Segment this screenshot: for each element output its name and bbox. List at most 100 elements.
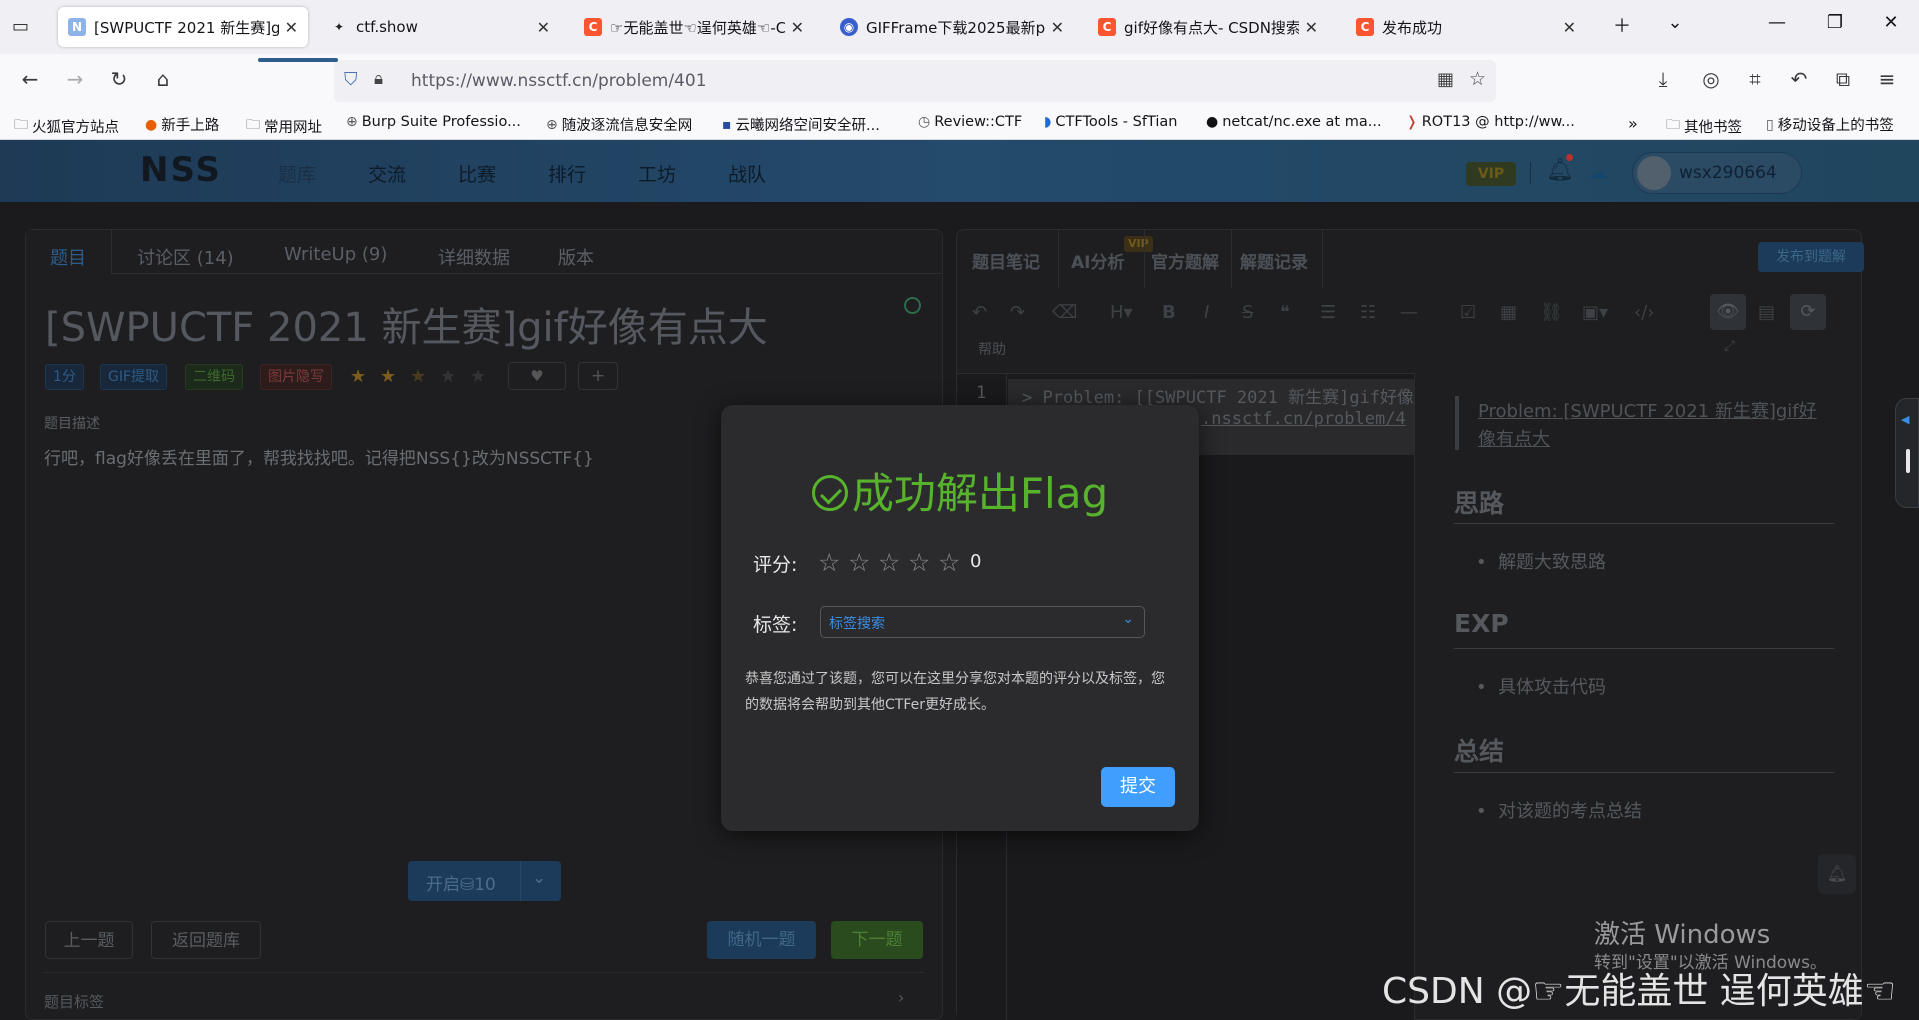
vip-badge[interactable]: VIP	[1466, 162, 1516, 186]
tab-overflow-icon[interactable]: ⌄	[1660, 12, 1690, 33]
preview-problem-link[interactable]: Problem: [SWPUCTF 2021 新生赛]gif好像有点大	[1478, 398, 1818, 454]
browser-tab-4[interactable]: ◉ GIFFrame下载2025最新pc ✕	[830, 7, 1074, 47]
home-icon[interactable]: ⌂	[148, 67, 178, 91]
star-outline-icon[interactable]: ☆	[938, 548, 960, 577]
side-scroll-widget[interactable]: ◀	[1895, 398, 1919, 508]
close-tab-icon[interactable]: ✕	[1563, 18, 1576, 37]
tag-qrcode[interactable]: 二维码	[185, 364, 243, 390]
tag-gif[interactable]: GIF提取	[100, 364, 168, 390]
close-tab-icon[interactable]: ✕	[537, 18, 550, 37]
tab-solve-log[interactable]: 解题记录	[1240, 248, 1308, 273]
unordered-list-icon[interactable]: ☰	[1320, 302, 1336, 323]
tab-ai-analysis[interactable]: AI分析	[1071, 248, 1124, 273]
tab-writeup[interactable]: WriteUp (9)	[284, 244, 387, 265]
menu-workshop[interactable]: 工坊	[638, 160, 676, 187]
undo-icon[interactable]: ↶	[972, 302, 987, 323]
prev-problem-button[interactable]: 上一题	[45, 921, 133, 959]
new-tab-icon[interactable]: ＋	[1607, 12, 1637, 38]
bookmark-item[interactable]: ❭ ROT13 @ http://ww...	[1406, 114, 1575, 130]
star-outline-icon[interactable]: ☆	[848, 548, 870, 577]
scroll-thumb[interactable]	[1906, 449, 1910, 473]
bookmark-item[interactable]: ● netcat/nc.exe at ma...	[1206, 114, 1382, 130]
bell-icon[interactable]: 🔔︎	[1546, 158, 1574, 183]
tab-problem[interactable]: 题目	[50, 244, 86, 270]
bookmarks-overflow-icon[interactable]: »	[1628, 114, 1638, 133]
reload-icon[interactable]: ↻	[104, 67, 134, 91]
site-logo[interactable]: NSS	[140, 150, 222, 190]
bookmark-item[interactable]: ◗ CTFTools - SfTian	[1044, 114, 1177, 130]
redo-icon[interactable]: ↷	[1010, 302, 1025, 323]
menu-icon[interactable]: ≡	[1872, 67, 1902, 91]
restore-icon[interactable]: ❐	[1820, 12, 1850, 33]
bookmark-item[interactable]: 🗀 火狐官方站点	[14, 114, 119, 138]
quote-icon[interactable]: ❝	[1280, 302, 1290, 323]
forward-icon[interactable]: →	[60, 67, 90, 91]
menu-teams[interactable]: 战队	[728, 160, 766, 187]
browser-tab-6[interactable]: C 发布成功 ✕	[1346, 7, 1586, 47]
add-tag-button[interactable]: +	[578, 362, 618, 390]
menu-problems[interactable]: 题库	[278, 160, 316, 187]
task-list-icon[interactable]: ☑	[1460, 302, 1476, 323]
tag-score[interactable]: 1分	[45, 364, 84, 390]
table-icon[interactable]: ▦	[1500, 302, 1517, 323]
tab-versions[interactable]: 版本	[558, 244, 594, 270]
undo-icon[interactable]: ↶	[1784, 67, 1814, 91]
bold-icon[interactable]: B	[1162, 302, 1176, 323]
preview-toggle-icon[interactable]: 👁︎	[1710, 294, 1746, 330]
browser-tab-5[interactable]: C gif好像有点大- CSDN搜索 ✕	[1088, 7, 1328, 47]
bookmark-item[interactable]: 🗀 其他书签	[1666, 114, 1742, 138]
help-label[interactable]: 帮助	[978, 339, 1006, 359]
random-problem-button[interactable]: 随机一题	[707, 921, 816, 959]
submit-button[interactable]: 提交	[1101, 767, 1175, 807]
tag-stego[interactable]: 图片隐写	[260, 364, 332, 390]
tag-search-select[interactable]: 标签搜索 ⌄	[820, 606, 1145, 638]
ordered-list-icon[interactable]: ☷	[1360, 302, 1376, 323]
star-outline-icon[interactable]: ☆	[878, 548, 900, 577]
tab-official-writeup[interactable]: 官方题解	[1151, 248, 1219, 273]
close-tab-icon[interactable]: ✕	[1305, 18, 1318, 37]
image-icon[interactable]: ▣▾	[1582, 302, 1608, 323]
lock-icon[interactable]: 🔒︎	[374, 69, 383, 89]
url-bar[interactable]: ⛉ 🔒︎ https://www.nssctf.cn/problem/401 ▦…	[334, 60, 1496, 102]
chevron-right-icon[interactable]: ›	[898, 988, 904, 1007]
user-pill[interactable]: wsx290664	[1632, 152, 1802, 194]
link-icon[interactable]: ⛓	[1540, 302, 1563, 323]
bookmark-item[interactable]: ▯ 移动设备上的书签	[1766, 114, 1894, 135]
bookmark-item[interactable]: ◷ Review::CTF	[918, 114, 1022, 130]
code-icon[interactable]: ‹/›	[1634, 302, 1654, 323]
strikethrough-icon[interactable]: S	[1242, 302, 1253, 323]
next-problem-button[interactable]: 下一题	[831, 921, 923, 959]
layout-icon[interactable]: ▤	[1758, 302, 1775, 323]
notification-icon[interactable]: 🔔︎	[1818, 854, 1856, 894]
italic-icon[interactable]: I	[1204, 302, 1209, 323]
close-tab-icon[interactable]: ✕	[791, 18, 804, 37]
eraser-icon[interactable]: ⌫	[1052, 302, 1077, 323]
shield-icon[interactable]: ⛉	[344, 69, 358, 90]
fullscreen-icon[interactable]: ⤢	[1724, 338, 1735, 354]
crop-icon[interactable]: ⌗	[1740, 67, 1770, 91]
star-outline-icon[interactable]: ☆	[818, 548, 840, 577]
tab-discussion[interactable]: 讨论区 (14)	[137, 244, 234, 270]
tab-list-icon[interactable]: ▭	[12, 16, 29, 37]
qrcode-icon[interactable]: ▦	[1437, 69, 1454, 90]
back-icon[interactable]: ←	[15, 67, 45, 91]
close-tab-icon[interactable]: ✕	[285, 18, 298, 37]
url-text[interactable]: https://www.nssctf.cn/problem/401	[411, 71, 707, 91]
tab-notes[interactable]: 题目笔记	[972, 248, 1040, 273]
chevron-down-icon[interactable]: ⌄	[532, 868, 546, 888]
window-close-icon[interactable]: ✕	[1876, 12, 1906, 33]
bookmark-item[interactable]: ▪ 云曦网络空间安全研...	[722, 114, 880, 135]
bookmark-item[interactable]: ⊕ 随波逐流信息安全网	[546, 114, 692, 135]
heading-icon[interactable]: H▾	[1110, 302, 1133, 323]
bookmark-item[interactable]: ● 新手上路	[145, 114, 219, 135]
horizontal-rule-icon[interactable]: —	[1400, 302, 1418, 323]
star-outline-icon[interactable]: ☆	[908, 548, 930, 577]
browser-tab-2[interactable]: ✦ ctf.show ✕	[320, 7, 560, 47]
menu-contests[interactable]: 比赛	[458, 160, 496, 187]
sync-scroll-icon[interactable]: ⟳	[1790, 294, 1826, 330]
browser-tab-3[interactable]: C ☞无能盖世☜逞何英雄☜-CS ✕	[574, 7, 814, 47]
star-bookmark-icon[interactable]: ☆	[1469, 68, 1486, 90]
account-icon[interactable]: ◎	[1696, 67, 1726, 91]
favorite-button[interactable]: ♥	[508, 362, 566, 390]
close-tab-icon[interactable]: ✕	[1051, 18, 1064, 37]
